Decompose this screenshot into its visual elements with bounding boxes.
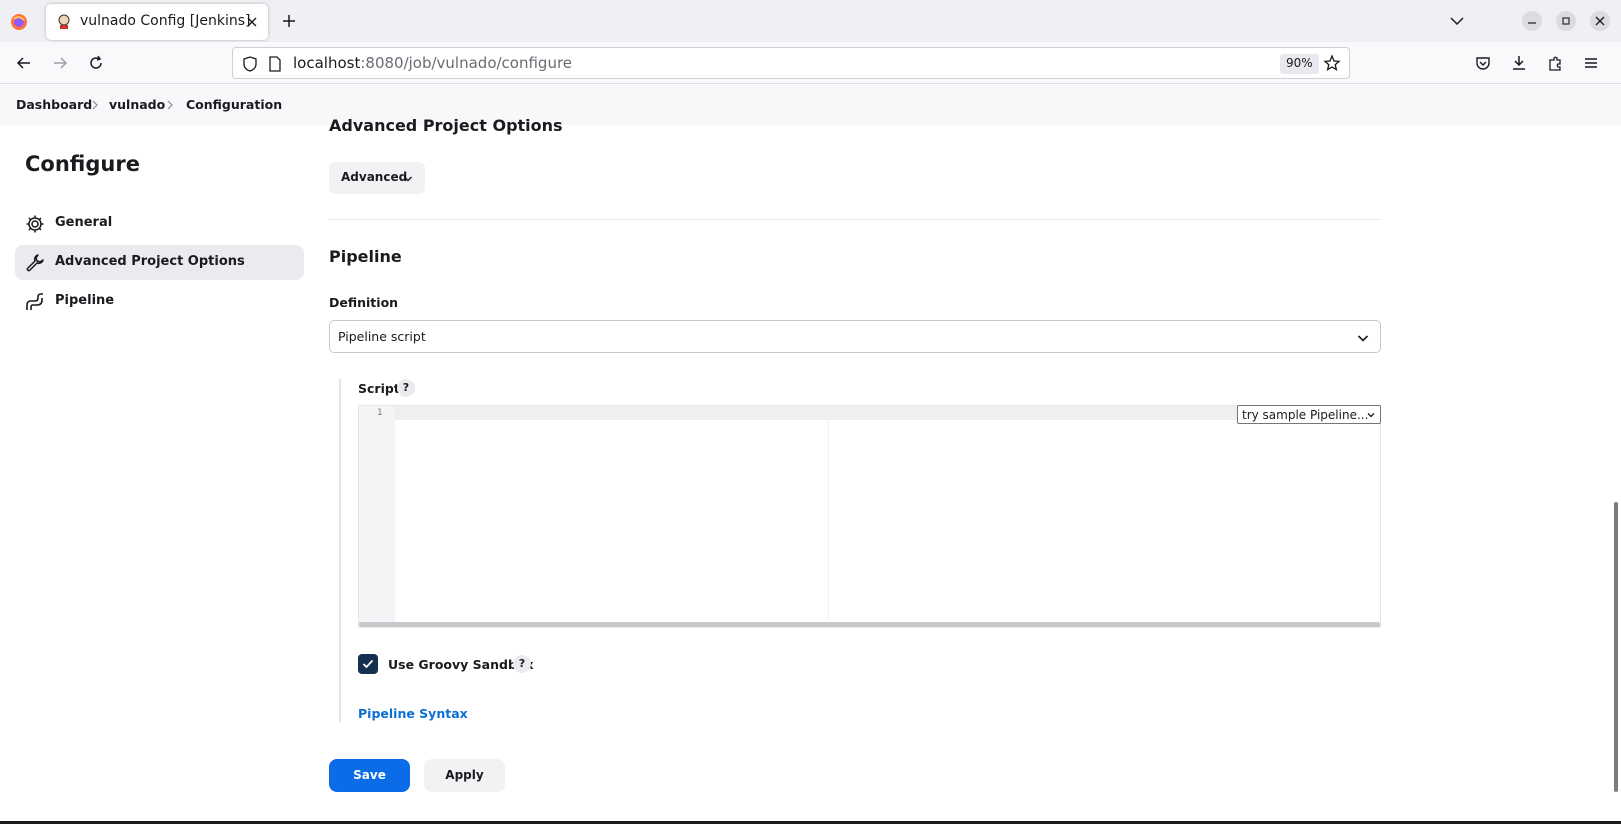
page-vertical-scrollbar[interactable] — [1614, 502, 1618, 792]
close-tab-icon[interactable] — [244, 14, 260, 30]
list-all-tabs-icon[interactable] — [1448, 12, 1466, 30]
downloads-icon[interactable] — [1510, 54, 1528, 72]
groovy-sandbox-help-icon[interactable]: ? — [513, 655, 531, 673]
jenkins-favicon-icon — [56, 14, 72, 30]
sidebar-item-label: Pipeline — [55, 293, 115, 308]
line-number: 1 — [377, 408, 383, 418]
script-help-icon[interactable]: ? — [397, 379, 415, 397]
nested-section-indicator — [339, 379, 341, 722]
browser-nav-bar: localhost:8080/job/vulnado/configure 90% — [0, 42, 1621, 84]
sidebar-item-general[interactable]: General — [15, 206, 304, 241]
editor-horizontal-scrollbar[interactable] — [359, 622, 1380, 627]
extensions-icon[interactable] — [1546, 54, 1564, 72]
gear-icon — [25, 214, 45, 234]
chevron-down-icon — [1366, 410, 1376, 420]
save-button[interactable]: Save — [329, 759, 410, 792]
chevron-right-icon — [164, 98, 176, 112]
bookmark-star-icon[interactable] — [1323, 54, 1341, 72]
advanced-button-label: Advanced — [341, 170, 408, 184]
back-icon[interactable] — [15, 54, 33, 72]
zoom-level-badge[interactable]: 90% — [1280, 54, 1319, 74]
sidebar-item-label: General — [55, 215, 113, 230]
sidebar-title: Configure — [25, 152, 140, 176]
sample-pipeline-select[interactable]: try sample Pipeline... — [1237, 405, 1381, 424]
tracking-shield-icon[interactable] — [241, 55, 259, 73]
definition-select[interactable]: Pipeline script — [329, 320, 1381, 353]
breadcrumb: Dashboard vulnado Configuration — [0, 85, 1621, 125]
new-tab-icon[interactable] — [280, 12, 298, 30]
close-window-icon[interactable] — [1590, 11, 1610, 31]
breadcrumb-configuration[interactable]: Configuration — [186, 97, 282, 112]
advanced-button[interactable]: Advanced — [329, 162, 425, 194]
groovy-sandbox-label[interactable]: Use Groovy Sandbox — [388, 657, 534, 672]
app-menu-icon[interactable] — [1582, 54, 1600, 72]
sidebar-item-advanced-project-options[interactable]: Advanced Project Options — [15, 245, 304, 280]
definition-label: Definition — [329, 295, 399, 310]
browser-tab-bar: vulnado Config [Jenkins] — [0, 0, 1621, 42]
chevron-right-icon — [89, 98, 101, 112]
chevron-down-icon — [1356, 331, 1370, 345]
firefox-logo-icon[interactable] — [10, 13, 28, 31]
script-editor[interactable]: 1 — [358, 405, 1381, 628]
pocket-icon[interactable] — [1474, 54, 1492, 72]
section-divider — [329, 219, 1381, 220]
pipeline-syntax-link[interactable]: Pipeline Syntax — [358, 706, 468, 721]
wrench-icon — [25, 253, 45, 273]
breadcrumb-vulnado[interactable]: vulnado — [109, 97, 165, 112]
reload-icon[interactable] — [87, 54, 105, 72]
minimize-window-icon[interactable] — [1522, 11, 1542, 31]
pipeline-section-title: Pipeline — [329, 247, 402, 266]
save-button-label: Save — [353, 768, 386, 782]
groovy-sandbox-checkbox[interactable] — [358, 654, 378, 674]
pipeline-icon — [25, 292, 45, 312]
active-line — [395, 406, 1380, 420]
restore-window-icon[interactable] — [1556, 11, 1576, 31]
script-label: Script — [358, 381, 400, 396]
chevron-down-icon — [402, 173, 414, 185]
address-bar[interactable]: localhost:8080/job/vulnado/configure 90% — [232, 47, 1350, 79]
page-info-icon[interactable] — [267, 55, 283, 73]
url-text: localhost:8080/job/vulnado/configure — [293, 54, 573, 72]
sample-pipeline-select-value: try sample Pipeline... — [1242, 408, 1369, 422]
tab-title: vulnado Config [Jenkins] — [80, 13, 251, 29]
editor-gutter — [359, 406, 395, 622]
breadcrumb-dashboard[interactable]: Dashboard — [16, 97, 92, 112]
apply-button-label: Apply — [445, 768, 484, 782]
apply-button[interactable]: Apply — [424, 759, 505, 792]
browser-tab[interactable]: vulnado Config [Jenkins] — [46, 4, 268, 40]
definition-select-value: Pipeline script — [338, 329, 426, 344]
advanced-project-options-heading: Advanced Project Options — [329, 116, 563, 135]
sidebar-item-pipeline[interactable]: Pipeline — [15, 284, 304, 319]
sidebar-item-label: Advanced Project Options — [55, 254, 245, 269]
print-margin — [828, 420, 829, 620]
forward-icon[interactable] — [51, 54, 69, 72]
